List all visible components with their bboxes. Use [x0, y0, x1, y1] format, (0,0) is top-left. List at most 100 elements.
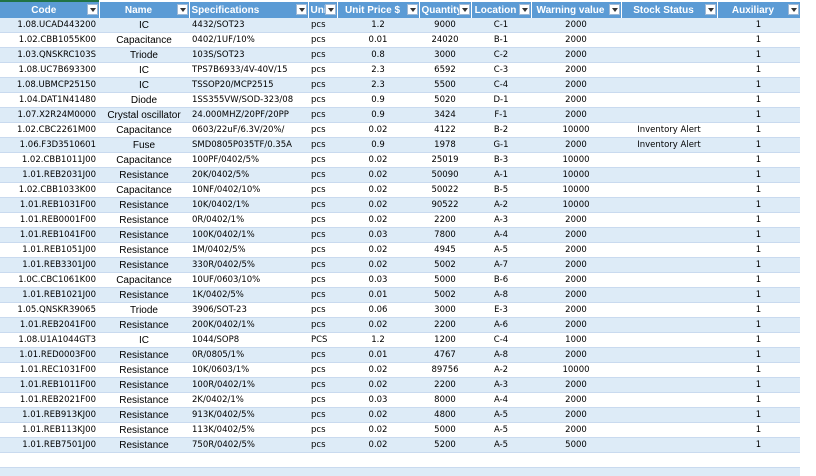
cell-name[interactable]: Resistance	[99, 212, 189, 228]
cell-location[interactable]: A-5	[471, 407, 531, 423]
cell-auxiliary[interactable]: 1	[717, 167, 800, 183]
cell-specifications[interactable]: 2K/0402/1%	[189, 392, 308, 408]
column-header-unit-price[interactable]: Unit Price $	[337, 2, 420, 18]
cell-name[interactable]: Fuse	[99, 137, 189, 153]
cell-quantity[interactable]: 50090	[419, 167, 471, 183]
empty-cell[interactable]	[471, 452, 531, 468]
cell-code[interactable]: 1.02.CBC2261M00	[0, 122, 99, 138]
cell-warning-value[interactable]: 2000	[531, 212, 621, 228]
cell-location[interactable]: A-2	[471, 197, 531, 213]
cell-unit-price[interactable]: 0.03	[337, 227, 419, 243]
cell-unit[interactable]: pcs	[308, 227, 337, 243]
cell-unit-price[interactable]: 0.01	[337, 287, 419, 303]
cell-quantity[interactable]: 9000	[419, 18, 471, 33]
cell-specifications[interactable]: 10UF/0603/10%	[189, 272, 308, 288]
cell-specifications[interactable]: 24.000MHZ/20PF/20PP	[189, 107, 308, 123]
cell-specifications[interactable]: 0603/22uF/6.3V/20%/	[189, 122, 308, 138]
cell-quantity[interactable]: 90522	[419, 197, 471, 213]
cell-unit-price[interactable]: 0.02	[337, 317, 419, 333]
cell-unit-price[interactable]: 0.02	[337, 182, 419, 198]
cell-auxiliary[interactable]: 1	[717, 287, 800, 303]
cell-name[interactable]: Diode	[99, 92, 189, 108]
cell-stock-status[interactable]	[621, 362, 717, 378]
cell-stock-status[interactable]	[621, 302, 717, 318]
filter-dropdown-icon[interactable]	[406, 4, 418, 15]
cell-name[interactable]: IC	[99, 18, 189, 33]
cell-quantity[interactable]: 50022	[419, 182, 471, 198]
empty-cell[interactable]	[621, 452, 717, 468]
cell-auxiliary[interactable]: 1	[717, 92, 800, 108]
cell-name[interactable]: Capacitance	[99, 272, 189, 288]
cell-quantity[interactable]: 3000	[419, 302, 471, 318]
cell-unit[interactable]: pcs	[308, 362, 337, 378]
cell-warning-value[interactable]: 10000	[531, 182, 621, 198]
filter-dropdown-icon[interactable]	[176, 4, 188, 15]
cell-unit[interactable]: pcs	[308, 242, 337, 258]
cell-specifications[interactable]: 1M/0402/5%	[189, 242, 308, 258]
cell-warning-value[interactable]: 2000	[531, 18, 621, 33]
cell-unit[interactable]: pcs	[308, 407, 337, 423]
cell-auxiliary[interactable]: 1	[717, 182, 800, 198]
cell-warning-value[interactable]: 10000	[531, 122, 621, 138]
cell-unit-price[interactable]: 0.02	[337, 377, 419, 393]
cell-location[interactable]: D-1	[471, 92, 531, 108]
cell-quantity[interactable]: 5200	[419, 437, 471, 453]
cell-specifications[interactable]: 10NF/0402/10%	[189, 182, 308, 198]
cell-unit[interactable]: pcs	[308, 392, 337, 408]
cell-unit[interactable]: pcs	[308, 32, 337, 48]
cell-code[interactable]: 1.01.REB1051J00	[0, 242, 99, 258]
cell-unit-price[interactable]: 0.8	[337, 47, 419, 63]
cell-unit-price[interactable]: 0.02	[337, 242, 419, 258]
cell-unit[interactable]: pcs	[308, 272, 337, 288]
column-header-location[interactable]: Location	[471, 2, 532, 18]
cell-location[interactable]: A-8	[471, 347, 531, 363]
cell-name[interactable]: Resistance	[99, 242, 189, 258]
cell-code[interactable]: 1.01.REB1011F00	[0, 377, 99, 393]
cell-specifications[interactable]: 10K/0402/1%	[189, 197, 308, 213]
cell-unit-price[interactable]: 0.01	[337, 32, 419, 48]
cell-name[interactable]: Resistance	[99, 317, 189, 333]
cell-specifications[interactable]: 0R/0805/1%	[189, 347, 308, 363]
cell-auxiliary[interactable]: 1	[717, 227, 800, 243]
cell-warning-value[interactable]: 2000	[531, 392, 621, 408]
cell-quantity[interactable]: 4122	[419, 122, 471, 138]
cell-unit-price[interactable]: 0.02	[337, 362, 419, 378]
cell-stock-status[interactable]	[621, 92, 717, 108]
cell-code[interactable]: 1.01.REB0001F00	[0, 212, 99, 228]
cell-code[interactable]: 1.02.CBB1055K00	[0, 32, 99, 48]
cell-location[interactable]: A-5	[471, 422, 531, 438]
empty-cell[interactable]	[308, 452, 337, 468]
cell-unit-price[interactable]: 0.02	[337, 422, 419, 438]
cell-auxiliary[interactable]: 1	[717, 152, 800, 168]
cell-unit[interactable]: pcs	[308, 257, 337, 273]
cell-stock-status[interactable]: Inventory Alert	[621, 122, 717, 138]
cell-quantity[interactable]: 4945	[419, 242, 471, 258]
cell-warning-value[interactable]: 10000	[531, 167, 621, 183]
cell-code[interactable]: 1.01.REB1031F00	[0, 197, 99, 213]
cell-quantity[interactable]: 1200	[419, 332, 471, 348]
cell-warning-value[interactable]: 2000	[531, 257, 621, 273]
empty-cell[interactable]	[189, 467, 308, 476]
empty-cell[interactable]	[717, 452, 800, 468]
cell-unit-price[interactable]: 0.9	[337, 137, 419, 153]
cell-name[interactable]: Capacitance	[99, 122, 189, 138]
cell-warning-value[interactable]: 2000	[531, 407, 621, 423]
cell-warning-value[interactable]: 2000	[531, 242, 621, 258]
cell-unit[interactable]: pcs	[308, 377, 337, 393]
cell-unit[interactable]: pcs	[308, 47, 337, 63]
cell-unit[interactable]: pcs	[308, 167, 337, 183]
cell-quantity[interactable]: 5000	[419, 272, 471, 288]
filter-dropdown-icon[interactable]	[704, 4, 716, 15]
cell-quantity[interactable]: 5002	[419, 257, 471, 273]
empty-cell[interactable]	[717, 467, 800, 476]
cell-quantity[interactable]: 2200	[419, 377, 471, 393]
cell-unit[interactable]: pcs	[308, 152, 337, 168]
cell-name[interactable]: Resistance	[99, 392, 189, 408]
cell-stock-status[interactable]	[621, 18, 717, 33]
cell-quantity[interactable]: 3000	[419, 47, 471, 63]
cell-unit[interactable]: pcs	[308, 107, 337, 123]
cell-name[interactable]: IC	[99, 332, 189, 348]
cell-name[interactable]: Capacitance	[99, 182, 189, 198]
cell-quantity[interactable]: 8000	[419, 392, 471, 408]
cell-name[interactable]: Resistance	[99, 377, 189, 393]
